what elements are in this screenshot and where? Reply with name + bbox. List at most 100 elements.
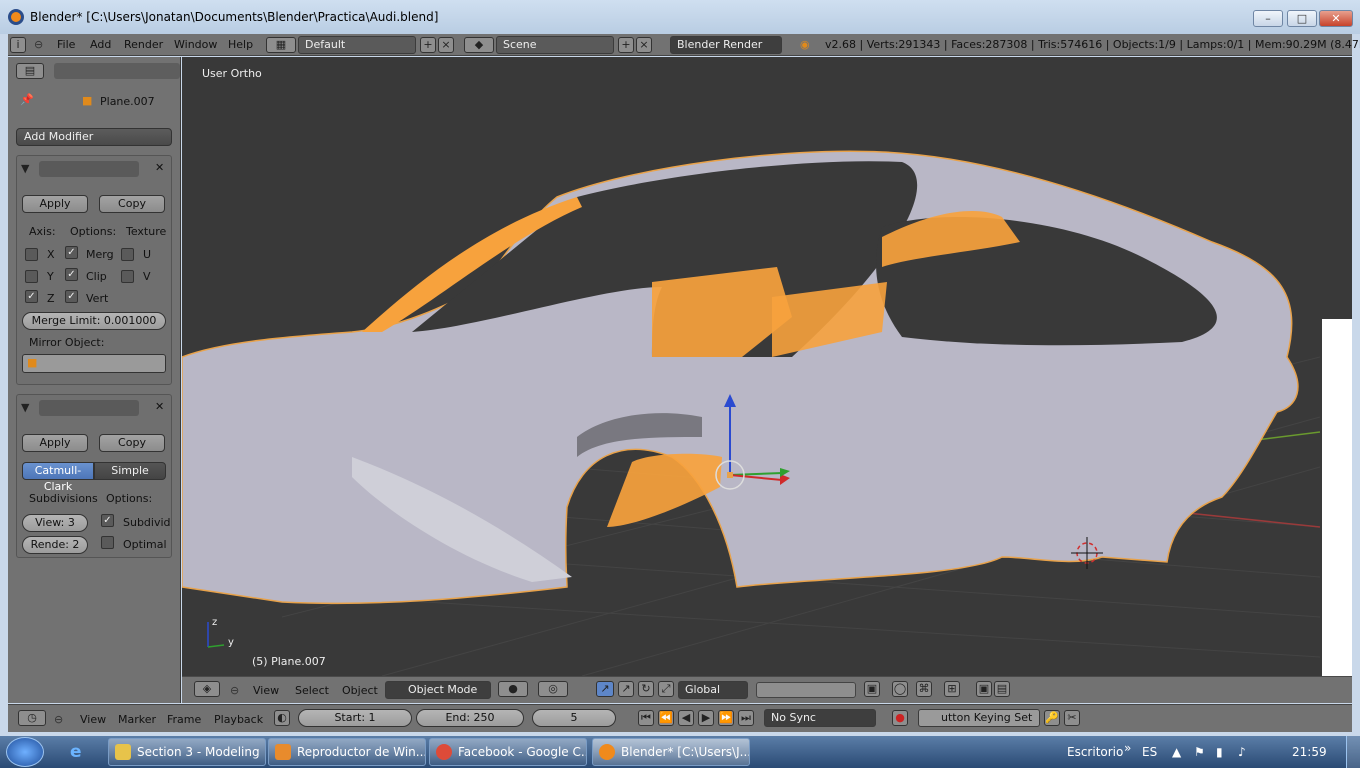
render-engine-select[interactable]: Blender Render [670,36,782,54]
clock[interactable]: 21:59 [1292,745,1327,759]
pivot-point-icon[interactable]: ◎ [538,681,568,697]
add-layout-icon[interactable]: + [420,37,436,53]
delete-keyframe-icon[interactable]: ✂ [1064,710,1080,726]
internet-explorer-icon[interactable]: e [70,742,92,762]
render-animation-icon[interactable]: ▤ [994,681,1010,697]
timeline-editor-type-icon[interactable]: ◷ [18,710,46,726]
sync-mode-select[interactable]: No Sync [764,709,876,727]
view-levels-field[interactable]: View: 3 [22,514,88,532]
insert-keyframe-icon[interactable]: 🔑 [1044,710,1060,726]
catmull-clark-toggle[interactable]: Catmull-Clark [22,462,94,493]
timeline-collapse-icon[interactable]: ⊖ [54,712,63,728]
add-modifier-dropdown[interactable]: Add Modifier [16,128,172,146]
mirror-modifier-header-toggles[interactable] [39,161,139,177]
play-icon[interactable]: ▶ [698,710,714,726]
object-mode-select[interactable]: Object Mode [385,681,491,699]
subdivide-uvs-checkbox[interactable]: ✓ [101,514,114,527]
layer-buttons[interactable] [756,682,856,698]
viewport-shading-icon[interactable]: ● [498,681,528,697]
subsurf-apply-button[interactable]: Apply [22,434,88,452]
current-frame-field[interactable]: 5 [532,709,616,727]
delete-modifier-icon[interactable]: ✕ [155,400,164,413]
pin-icon[interactable]: 📌 [20,93,34,106]
transform-orientation-select[interactable]: Global [678,681,748,699]
scene-icon[interactable]: ◆ [464,37,494,53]
jump-end-icon[interactable]: ⏭ [738,710,754,726]
minimize-button[interactable]: – [1253,10,1283,27]
mirror-copy-button[interactable]: Copy [99,195,165,213]
timeline-view-menu[interactable]: View [80,712,106,728]
manipulator-toggle-icon[interactable]: ↗ [596,681,614,697]
close-button[interactable]: ✕ [1319,10,1353,27]
rotate-manipulator-icon[interactable]: ↻ [638,681,654,697]
taskbar-item-chrome[interactable]: Facebook - Google C... [429,738,587,766]
end-frame-field[interactable]: End: 250 [416,709,524,727]
play-reverse-icon[interactable]: ◀ [678,710,694,726]
taskbar-item-blender[interactable]: Blender* [C:\Users\J... [592,738,750,766]
merge-limit-field[interactable]: Merge Limit: 0.001000 [22,312,166,330]
remove-scene-icon[interactable]: × [636,37,652,53]
snap-element-icon[interactable]: ⊞ [944,681,960,697]
texture-u-checkbox[interactable] [121,248,134,261]
screen-layout-icon[interactable]: ▦ [266,37,296,53]
translate-manipulator-icon[interactable]: ↗ [618,681,634,697]
snap-toggle-icon[interactable]: ⌘ [916,681,932,697]
menu-add[interactable]: Add [90,37,111,53]
editor-type-icon[interactable]: i [10,37,26,53]
collapse-icon[interactable]: ⊖ [34,37,43,53]
maximize-button[interactable]: □ [1287,10,1317,27]
network-signal-icon[interactable]: ▮ [1216,745,1223,759]
menu-window[interactable]: Window [174,37,217,53]
jump-prev-keyframe-icon[interactable]: ⏪ [658,710,674,726]
jump-next-keyframe-icon[interactable]: ⏩ [718,710,734,726]
show-hidden-icons-icon[interactable]: ▲ [1172,745,1181,759]
3d-viewport[interactable]: User Ortho (5) Plane.007 z y [182,57,1320,676]
axis-y-checkbox[interactable] [25,270,38,283]
header-collapse-icon[interactable]: ⊖ [230,683,239,699]
scene-field[interactable]: Scene [496,36,614,54]
timeline-marker-menu[interactable]: Marker [118,712,156,728]
render-image-icon[interactable]: ▣ [976,681,992,697]
vertex-groups-checkbox[interactable]: ✓ [65,290,78,303]
viewport-editor-type-icon[interactable]: ◈ [194,681,220,697]
subsurf-modifier-header-toggles[interactable] [39,400,139,416]
viewport-object-menu[interactable]: Object [342,683,378,699]
start-frame-field[interactable]: Start: 1 [298,709,412,727]
simple-toggle[interactable]: Simple [94,462,166,480]
scale-manipulator-icon[interactable]: ⤢ [658,681,674,697]
toolbar-expand-icon[interactable]: » [1124,741,1131,755]
optimal-display-checkbox[interactable] [101,536,114,549]
timeline-playback-menu[interactable]: Playback [214,712,263,728]
menu-help[interactable]: Help [228,37,253,53]
timeline-frame-menu[interactable]: Frame [167,712,201,728]
proportional-edit-icon[interactable]: ◯ [892,681,908,697]
action-center-flag-icon[interactable]: ⚑ [1194,745,1205,759]
menu-file[interactable]: File [57,37,75,53]
delete-modifier-icon[interactable]: ✕ [155,161,164,174]
keying-set-field[interactable]: utton Keying Set [918,709,1040,727]
start-button[interactable] [6,737,44,767]
properties-editor-type-icon[interactable]: ▤ [16,63,44,79]
render-levels-field[interactable]: Rende: 2 [22,536,88,554]
collapse-arrow-icon[interactable]: ▼ [21,162,29,175]
preview-range-icon[interactable]: ◐ [274,710,290,726]
volume-icon[interactable]: ♪ [1238,745,1246,759]
merge-checkbox[interactable]: ✓ [65,246,78,259]
viewport-select-menu[interactable]: Select [295,683,329,699]
menu-render[interactable]: Render [124,37,163,53]
axis-x-checkbox[interactable] [25,248,38,261]
viewport-view-menu[interactable]: View [253,683,279,699]
remove-layout-icon[interactable]: × [438,37,454,53]
language-indicator[interactable]: ES [1142,745,1157,759]
lock-layers-icon[interactable]: ▣ [864,681,880,697]
jump-start-icon[interactable]: ⏮ [638,710,654,726]
auto-keying-record-icon[interactable]: ● [892,710,908,726]
taskbar-item-media-player[interactable]: Reproductor de Win... [268,738,426,766]
mirror-object-field[interactable]: ■ [22,354,166,373]
clipping-checkbox[interactable]: ✓ [65,268,78,281]
texture-v-checkbox[interactable] [121,270,134,283]
add-scene-icon[interactable]: + [618,37,634,53]
mirror-apply-button[interactable]: Apply [22,195,88,213]
subsurf-copy-button[interactable]: Copy [99,434,165,452]
axis-z-checkbox[interactable]: ✓ [25,290,38,303]
